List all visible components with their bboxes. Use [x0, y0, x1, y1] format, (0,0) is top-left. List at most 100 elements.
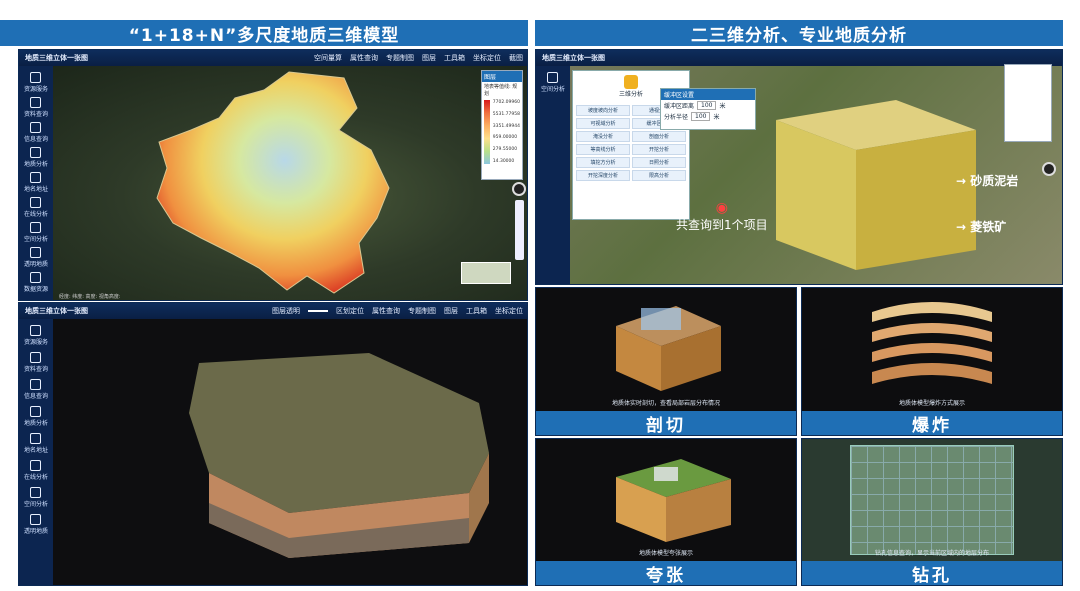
- tile-exaggerate-caption: 夸张: [536, 561, 796, 585]
- bottom-sidebar-item-4[interactable]: 地名地址: [24, 433, 48, 454]
- top-tool-3[interactable]: 图层: [422, 53, 436, 63]
- tile-explode: 地质体模型爆炸方式展示 爆炸: [801, 287, 1063, 436]
- explode-model: [872, 302, 992, 384]
- chart-icon: [30, 460, 42, 471]
- top-map-sidebar: 资源服务 资料查询 信息查询 地质分析 地名地址 在线分析 空间分析 透明地质 …: [19, 66, 53, 300]
- top-tool-5[interactable]: 坐标定位: [473, 53, 501, 63]
- chart-icon: [547, 72, 559, 83]
- bottom-sidebar-item-0[interactable]: 资源服务: [24, 325, 48, 346]
- legend-subtitle: 地表等值线: 规划: [484, 84, 518, 97]
- siderite-label: → 菱铁矿: [956, 220, 1007, 234]
- legend-panel: 图层 地表等值线: 规划 7702.09960 5531.77958 3351.…: [481, 70, 523, 180]
- right-banner-title: 二三维分析、专业地质分析: [691, 25, 907, 46]
- basemap-switcher[interactable]: [461, 262, 511, 284]
- analysis-button[interactable]: 可视域分析: [576, 118, 630, 129]
- bottom-tool-6[interactable]: 坐标定位: [495, 306, 523, 316]
- layers-icon: [30, 72, 42, 83]
- radius-row-label: 分析半径: [664, 114, 689, 121]
- bottom-tool-4[interactable]: 图层: [444, 306, 458, 316]
- analysis-button[interactable]: 限高分析: [632, 170, 686, 181]
- chart-icon: [30, 197, 42, 208]
- top-sidebar-item-3[interactable]: 地质分析: [24, 147, 48, 168]
- bottom-tool-0[interactable]: 图层透明: [272, 306, 300, 316]
- bottom-map-title: 地质三维立体一张图: [25, 307, 88, 315]
- image-icon: [30, 222, 42, 233]
- radius-input[interactable]: 100: [691, 112, 711, 121]
- document-icon: [30, 97, 42, 108]
- bottom-sidebar-item-1[interactable]: 资料查询: [24, 352, 48, 373]
- exaggerate-model: [616, 459, 731, 542]
- analysis-panel: 地质三维立体一张图 空间分析 三维分析 坡度坡向分析 通视分析 可视域分析 缓冲…: [535, 49, 1063, 285]
- analysis-button[interactable]: 日照分析: [632, 157, 686, 168]
- analysis-sidebar-item-0[interactable]: 空间分析: [541, 72, 565, 93]
- analysis-button[interactable]: 剖面分析: [632, 131, 686, 142]
- status-bar: 经度: 纬度: 高度: 视角高度:: [59, 294, 121, 300]
- layer-tree-panel[interactable]: [1004, 64, 1052, 142]
- top-tool-0[interactable]: 空间量算: [314, 53, 342, 63]
- legend-value-5: 14.30000: [492, 158, 515, 164]
- query-result: ◉ 共查询到1个项目: [676, 200, 768, 233]
- siderite-block: [776, 100, 976, 270]
- tile-drill: 钻孔信息查询，显示当前区域内的地层分布 钻孔: [801, 438, 1063, 586]
- tile-drill-subcaption: 钻孔信息查询，显示当前区域内的地层分布: [874, 550, 989, 557]
- bottom-tool-1[interactable]: 区划定位: [336, 306, 364, 316]
- bottom-sidebar-item-6[interactable]: 空间分析: [24, 487, 48, 508]
- top-tool-4[interactable]: 工具箱: [444, 53, 465, 63]
- tile-cut-caption: 剖切: [536, 411, 796, 435]
- cube-icon: [30, 514, 42, 525]
- top-map-panel: 地质三维立体一张图 空间量算 属性查询 专题制图 图层 工具箱 坐标定位 截图 …: [18, 49, 528, 301]
- analysis-button[interactable]: 坡度坡向分析: [576, 105, 630, 116]
- zoom-toolbar[interactable]: [515, 200, 524, 260]
- legend-value-1: 5531.77958: [492, 111, 520, 117]
- bottom-sidebar-item-5[interactable]: 在线分析: [24, 460, 48, 481]
- bottom-sidebar-item-2[interactable]: 信息查询: [24, 379, 48, 400]
- tile-drill-caption: 钻孔: [802, 561, 1062, 585]
- tile-explode-subcaption: 地质体模型爆炸方式展示: [898, 400, 965, 407]
- buffer-distance-input[interactable]: 100: [697, 101, 717, 110]
- bottom-tool-3[interactable]: 专题制图: [408, 306, 436, 316]
- analysis-button[interactable]: 开挖深度分析: [576, 170, 630, 181]
- buffer-settings-title: 缓冲区设置: [661, 89, 755, 100]
- cube-icon: [30, 247, 42, 258]
- analysis-icon: [624, 75, 638, 89]
- bottom-sidebar-item-3[interactable]: 地质分析: [24, 406, 48, 427]
- image-icon: [30, 487, 42, 498]
- top-sidebar-item-0[interactable]: 资源服务: [24, 72, 48, 93]
- geology-icon: [30, 406, 42, 417]
- bottom-sidebar-item-7[interactable]: 透明地质: [24, 514, 48, 535]
- top-tool-2[interactable]: 专题制图: [386, 53, 414, 63]
- top-sidebar-item-4[interactable]: 地名地址: [24, 172, 48, 193]
- top-tool-1[interactable]: 属性查询: [350, 53, 378, 63]
- analysis-button[interactable]: 等高线分析: [576, 144, 630, 155]
- top-sidebar-item-7[interactable]: 透明地质: [24, 247, 48, 268]
- bottom-map-sidebar: 资源服务 资料查询 信息查询 地质分析 地名地址 在线分析 空间分析 透明地质: [19, 319, 53, 585]
- compass-icon[interactable]: [512, 182, 526, 196]
- bottom-tool-5[interactable]: 工具箱: [466, 306, 487, 316]
- buffer-row-label: 缓冲区距离: [664, 103, 695, 110]
- geology-icon: [30, 147, 42, 158]
- top-sidebar-item-6[interactable]: 空间分析: [24, 222, 48, 243]
- transparency-slider[interactable]: [308, 310, 328, 312]
- cut-model: [616, 306, 721, 391]
- top-sidebar-item-2[interactable]: 信息查询: [24, 122, 48, 143]
- top-map-title: 地质三维立体一张图: [25, 54, 88, 62]
- drill-grid: [850, 445, 1014, 555]
- analysis-button[interactable]: 开挖分析: [632, 144, 686, 155]
- tile-cut: 地质体实时剖切，查看局部岩层分布情况 剖切: [535, 287, 797, 436]
- map-pin-icon: ◉: [715, 200, 728, 216]
- legend-value-2: 3351.49944: [492, 123, 520, 129]
- document-icon: [30, 352, 42, 363]
- top-sidebar-item-5[interactable]: 在线分析: [24, 197, 48, 218]
- analysis-titlebar: 地质三维立体一张图: [536, 50, 1062, 66]
- legend-value-0: 7702.09960: [492, 100, 520, 105]
- analysis-button[interactable]: 填挖方分析: [576, 157, 630, 168]
- tile-exaggerate-subcaption: 地质体模型夸张展示: [638, 550, 693, 557]
- top-sidebar-item-8[interactable]: 数据资源: [24, 272, 48, 293]
- bottom-map-panel: 地质三维立体一张图 图层透明 区划定位 属性查询 专题制图 图层 工具箱 坐标定…: [18, 302, 528, 586]
- bottom-tool-2[interactable]: 属性查询: [372, 306, 400, 316]
- top-sidebar-item-1[interactable]: 资料查询: [24, 97, 48, 118]
- right-banner: 二三维分析、专业地质分析: [535, 20, 1063, 46]
- analysis-button[interactable]: 淹没分析: [576, 131, 630, 142]
- compass-icon[interactable]: [1042, 162, 1056, 176]
- top-tool-6[interactable]: 截图: [509, 53, 523, 63]
